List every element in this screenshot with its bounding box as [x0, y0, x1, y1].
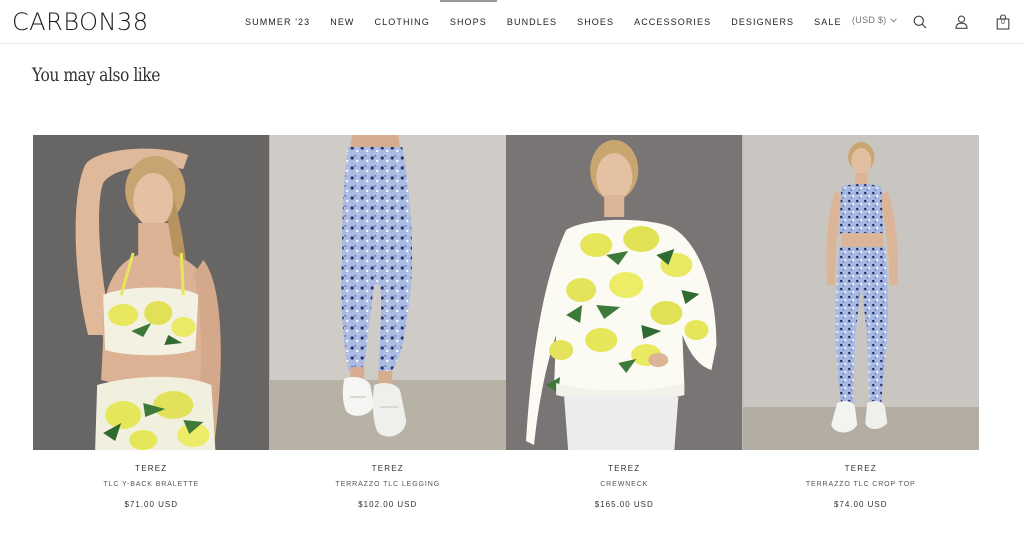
- product-price: $102.00 USD: [358, 500, 418, 509]
- nav-item-shoes[interactable]: SHOES: [567, 0, 624, 44]
- product-name[interactable]: TLC Y-BACK BRALETTE: [33, 481, 270, 488]
- nav-item-summer-23[interactable]: SUMMER '23: [235, 0, 320, 44]
- product-card[interactable]: TEREZ CREWNECK $165.00 USD: [506, 135, 743, 509]
- account-icon[interactable]: [952, 12, 970, 32]
- cart-count: 0: [1001, 19, 1005, 26]
- product-card[interactable]: TEREZ TERRAZZO TLC CROP TOP $74.00 USD: [742, 135, 980, 509]
- chevron-down-icon: [889, 15, 897, 25]
- product-name[interactable]: TERRAZZO TLC LEGGING: [270, 481, 507, 488]
- currency-label: (USD $): [852, 15, 887, 25]
- nav-item-new[interactable]: NEW: [320, 0, 364, 44]
- search-icon[interactable]: [911, 12, 929, 32]
- cart-icon[interactable]: 0: [994, 12, 1012, 32]
- currency-selector[interactable]: (USD $): [852, 15, 897, 25]
- product-image[interactable]: [33, 135, 270, 450]
- nav-item-designers[interactable]: DESIGNERS: [721, 0, 804, 44]
- product-price: $74.00 USD: [833, 500, 888, 509]
- main-nav: SUMMER '23 NEW CLOTHING SHOPS BUNDLES SH…: [235, 0, 852, 44]
- product-grid: TEREZ TLC Y-BACK BRALETTE $71.00 USD TER…: [33, 135, 979, 509]
- brand-logo[interactable]: CARBON38: [12, 8, 149, 36]
- product-price: $165.00 USD: [594, 500, 654, 509]
- product-card[interactable]: TEREZ TERRAZZO TLC LEGGING $102.00 USD: [269, 135, 507, 509]
- nav-item-shops[interactable]: SHOPS: [439, 0, 497, 44]
- product-card[interactable]: TEREZ TLC Y-BACK BRALETTE $71.00 USD: [33, 135, 270, 509]
- nav-item-sale[interactable]: SALE: [804, 0, 851, 44]
- product-brand: TEREZ: [844, 464, 877, 473]
- product-name[interactable]: TERRAZZO TLC CROP TOP: [743, 481, 980, 488]
- product-name[interactable]: CREWNECK: [506, 481, 743, 488]
- nav-item-bundles[interactable]: BUNDLES: [497, 0, 567, 44]
- product-brand: TEREZ: [135, 464, 168, 473]
- section-title: You may also like: [32, 64, 160, 86]
- nav-item-clothing[interactable]: CLOTHING: [365, 0, 440, 44]
- product-brand: TEREZ: [608, 464, 641, 473]
- product-image[interactable]: [269, 135, 506, 450]
- nav-item-accessories[interactable]: ACCESSORIES: [624, 0, 721, 44]
- product-price: $71.00 USD: [124, 500, 179, 509]
- product-image[interactable]: [506, 135, 743, 450]
- product-brand: TEREZ: [371, 464, 404, 473]
- product-image[interactable]: [742, 135, 979, 450]
- site-header: CARBON38 SUMMER '23 NEW CLOTHING SHOPS B…: [0, 0, 1024, 44]
